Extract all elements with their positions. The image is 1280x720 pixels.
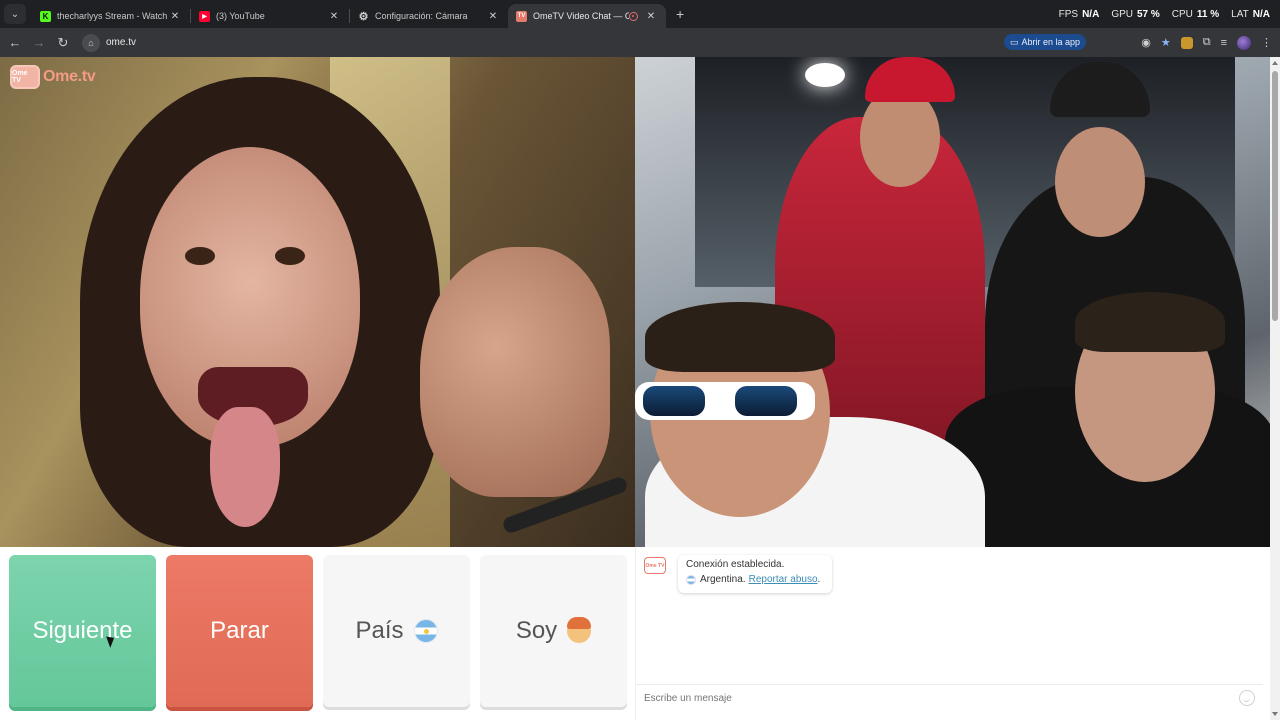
kick-icon: K bbox=[40, 10, 51, 22]
chat-panel: Ome TV Conexión establecida. Argentina. … bbox=[635, 547, 1263, 720]
open-in-app-button[interactable]: ▭ Abrir en la app bbox=[1004, 34, 1087, 50]
youtube-icon: ▶ bbox=[199, 10, 210, 22]
video-scene-shape bbox=[420, 247, 610, 497]
message-input-row bbox=[636, 684, 1263, 711]
tab-strip: ⌄ K thecharlyys Stream - Watch Live ✕ ▶ … bbox=[0, 0, 1280, 28]
partner-country-text: Argentina. bbox=[700, 574, 746, 585]
tab-title: OmeTV Video Chat — Omegle bbox=[533, 11, 629, 21]
report-abuse-link[interactable]: Reportar abuso bbox=[749, 574, 818, 585]
stop-button[interactable]: Parar bbox=[166, 555, 313, 707]
video-scene-shape bbox=[645, 302, 835, 372]
ometv-logo: Ome TV Ome.tv bbox=[10, 65, 96, 89]
puzzle-icon[interactable]: ⧉ bbox=[1203, 36, 1211, 49]
page-scrollbar[interactable] bbox=[1270, 57, 1280, 720]
new-tab-button[interactable]: + bbox=[676, 6, 684, 22]
close-tab-icon[interactable]: ✕ bbox=[168, 11, 182, 22]
argentina-flag-icon bbox=[413, 619, 438, 643]
tab-kick-stream[interactable]: K thecharlyys Stream - Watch Live ✕ bbox=[32, 4, 190, 28]
video-scene-shape bbox=[860, 87, 940, 187]
performance-overlay: FPS N/A GPU 57 % CPU 11 % LAT N/A bbox=[1059, 0, 1270, 28]
tab-title: thecharlyys Stream - Watch Live bbox=[57, 11, 168, 21]
reload-icon[interactable]: ↻ bbox=[51, 35, 75, 51]
connection-status-text: Conexión establecida. bbox=[686, 559, 785, 570]
fps-readout: FPS N/A bbox=[1058, 8, 1100, 20]
address-text: ome.tv bbox=[106, 37, 137, 48]
report-suffix: . bbox=[817, 574, 821, 585]
tab-title: (3) YouTube bbox=[216, 11, 265, 21]
ometv-logo-badge: Ome TV bbox=[10, 65, 40, 89]
ometv-chat-icon: Ome TV bbox=[644, 557, 666, 574]
next-button-label: Siguiente bbox=[32, 617, 133, 644]
scroll-up-arrow-icon[interactable] bbox=[1272, 61, 1278, 65]
scrollbar-thumb[interactable] bbox=[1272, 71, 1278, 321]
local-video: Ome TV Ome.tv bbox=[0, 57, 635, 547]
video-scene-shape bbox=[643, 386, 705, 416]
cpu-readout: CPU 11 % bbox=[1171, 8, 1220, 20]
partner-country-line: Argentina. Reportar abuso . bbox=[686, 574, 824, 585]
eye-icon[interactable]: ◉ bbox=[1141, 36, 1151, 49]
lat-readout: LAT N/A bbox=[1231, 8, 1270, 20]
profile-avatar[interactable] bbox=[1237, 35, 1251, 50]
video-scene-shape bbox=[1075, 292, 1225, 352]
gpu-readout: GPU 57 % bbox=[1111, 8, 1160, 20]
tab-ometv[interactable]: TV OmeTV Video Chat — Omegle ✕ bbox=[508, 4, 666, 28]
tab-camera-settings[interactable]: ⚙ Configuración: Cámara ✕ bbox=[350, 4, 508, 28]
next-button[interactable]: Siguiente bbox=[9, 555, 156, 707]
emoji-smile-icon[interactable] bbox=[1239, 690, 1255, 706]
address-bar[interactable]: ⌂ ome.tv bbox=[82, 31, 1140, 54]
menu-kebab-icon[interactable]: ⋮ bbox=[1261, 36, 1272, 49]
forward-arrow-icon[interactable]: → bbox=[27, 35, 51, 50]
close-tab-icon[interactable]: ✕ bbox=[486, 11, 500, 22]
boy-emoji-icon bbox=[567, 617, 592, 643]
gender-button[interactable]: Soy bbox=[480, 555, 627, 707]
back-arrow-icon[interactable]: ← bbox=[3, 35, 27, 50]
tab-search-dropdown-icon[interactable]: ⌄ bbox=[4, 4, 26, 24]
message-input[interactable] bbox=[644, 692, 1224, 704]
argentina-flag-icon bbox=[686, 574, 696, 585]
chat-footer-gap bbox=[636, 711, 1263, 720]
video-scene-shape bbox=[185, 247, 215, 265]
ometv-page: Ome TV Ome.tv Siguiente Parar País Soy O… bbox=[0, 57, 1270, 720]
tab-youtube[interactable]: ▶ (3) YouTube ✕ bbox=[191, 4, 349, 28]
site-info-icon[interactable]: ⌂ bbox=[82, 33, 100, 52]
toolbar-icons: ◉ ★ ⧉ ≡ ⋮ bbox=[1141, 28, 1272, 57]
system-message: Conexión establecida. Argentina. Reporta… bbox=[678, 555, 832, 593]
country-button[interactable]: País bbox=[323, 555, 470, 707]
gear-icon: ⚙ bbox=[358, 10, 369, 23]
tab-title: Configuración: Cámara bbox=[375, 11, 468, 21]
gender-button-label: Soy bbox=[515, 617, 558, 644]
recording-indicator-icon bbox=[629, 11, 638, 21]
video-scene-shape bbox=[1055, 127, 1145, 237]
ometv-icon: TV bbox=[516, 10, 527, 22]
open-in-app-label: Abrir en la app bbox=[1021, 37, 1081, 47]
close-tab-icon[interactable]: ✕ bbox=[327, 11, 341, 22]
ometv-logo-text: Ome.tv bbox=[43, 68, 96, 85]
video-scene-shape bbox=[735, 386, 797, 416]
remote-video bbox=[635, 57, 1270, 547]
video-scene-shape bbox=[210, 407, 280, 527]
stop-button-label: Parar bbox=[210, 617, 269, 644]
close-tab-icon[interactable]: ✕ bbox=[644, 11, 658, 22]
country-button-label: País bbox=[355, 617, 404, 644]
star-icon[interactable]: ★ bbox=[1161, 36, 1171, 49]
video-scene-shape bbox=[275, 247, 305, 265]
scroll-down-arrow-icon[interactable] bbox=[1272, 712, 1278, 716]
video-scene-shape bbox=[805, 63, 845, 87]
extension-icon[interactable] bbox=[1180, 36, 1193, 49]
media-control-icon[interactable]: ≡ bbox=[1221, 37, 1227, 49]
app-window-icon: ▭ bbox=[1010, 36, 1019, 47]
